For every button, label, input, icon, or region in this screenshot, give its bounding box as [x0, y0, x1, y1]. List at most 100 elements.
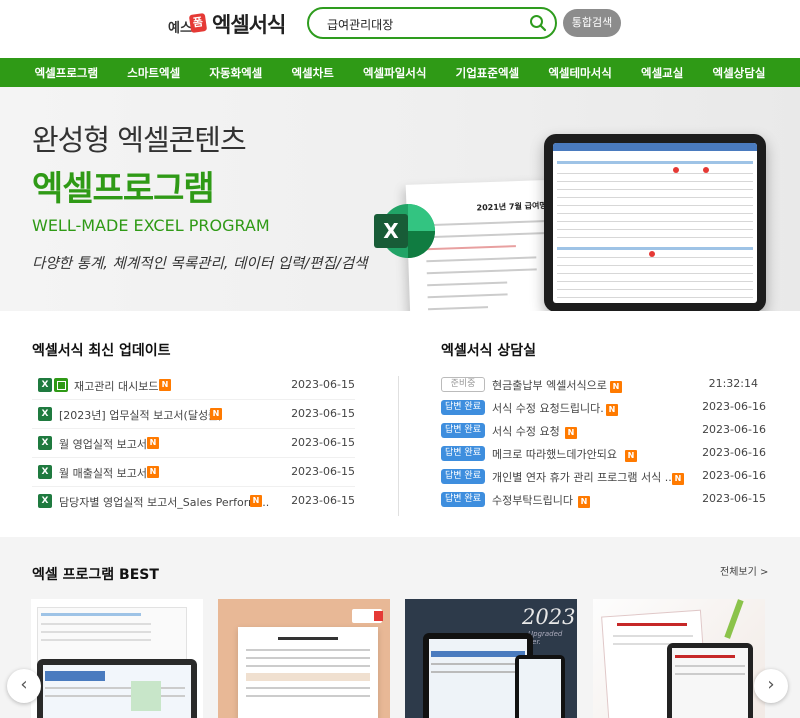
consult-item[interactable]: 답변 완료 수정부탁드립니다 N 2023-06-15: [441, 488, 766, 511]
update-item-label: 재고관리 대시보드: [74, 380, 159, 393]
consult-item-label: 개인별 연자 휴가 관리 프로그램 서식 ...: [492, 471, 676, 484]
update-item[interactable]: X 재고관리 대시보드 N 2023-06-15: [32, 371, 355, 400]
update-item-date: 2023-06-15: [291, 494, 355, 507]
best-card[interactable]: [218, 599, 390, 718]
next-button[interactable]: ›: [754, 669, 788, 703]
update-item-label: 월 매출실적 보고서: [59, 467, 147, 480]
hero-tablet-image: [544, 134, 766, 311]
chevron-left-icon: ‹: [20, 674, 28, 695]
nav-item-excel-class[interactable]: 엑셀교실: [641, 65, 683, 81]
new-badge: N: [625, 450, 637, 462]
hero-banner[interactable]: 완성형 엑셀콘텐츠 엑셀프로그램 WELL-MADE EXCEL PROGRAM…: [0, 87, 800, 311]
excel-icon: X: [38, 378, 52, 392]
best-section: 엑셀 프로그램 BEST 전체보기 > 2023 Upgraded ver.: [0, 537, 800, 718]
new-badge: N: [610, 381, 622, 393]
nav-item-corporate-standard[interactable]: 기업표준엑셀: [456, 65, 519, 81]
card-year: 2023: [522, 605, 576, 629]
consult-item[interactable]: 답변 완료 개인별 연자 휴가 관리 프로그램 서식 ... N 2023-06…: [441, 465, 766, 488]
nav-item-smart-excel[interactable]: 스마트엑셀: [127, 65, 180, 81]
new-badge: N: [147, 437, 159, 449]
main-nav: 엑셀프로그램 스마트엑셀 자동화엑셀 엑셀차트 엑셀파일서식 기업표준엑셀 엑셀…: [0, 58, 800, 87]
view-all-link[interactable]: 전체보기 >: [720, 563, 768, 578]
best-card[interactable]: [31, 599, 203, 718]
update-item-date: 2023-06-15: [291, 465, 355, 478]
consult-item[interactable]: 답변 완료 메크로 따라했느데가안되요 N 2023-06-16: [441, 442, 766, 465]
card-year-sub: Upgraded ver.: [528, 630, 563, 646]
nav-item-automation-excel[interactable]: 자동화엑셀: [209, 65, 262, 81]
search-input[interactable]: [327, 15, 527, 33]
consult-item-date: 2023-06-16: [702, 446, 766, 459]
excel-icon: X: [38, 494, 52, 508]
update-item-label: 월 영업실적 보고서: [59, 438, 147, 451]
grid-icon: [54, 378, 68, 392]
excel-icon-letter: X: [383, 219, 399, 243]
site-header: 예스 폼 엑셀서식 통합검색: [0, 0, 800, 58]
consult-item-date: 2023-06-16: [702, 400, 766, 413]
update-item[interactable]: X [2023년] 업무실적 보고서(달성률) N 2023-06-15: [32, 400, 355, 429]
nav-item-excel-file-forms[interactable]: 엑셀파일서식: [363, 65, 426, 81]
new-badge: N: [159, 379, 171, 391]
best-card[interactable]: [593, 599, 765, 718]
search-icon[interactable]: [529, 14, 547, 32]
consult-item[interactable]: 답변 완료 서식 수정 요청드립니다. N 2023-06-16: [441, 396, 766, 419]
site-logo[interactable]: 예스 폼 엑셀서식: [168, 9, 286, 39]
excel-icon: X: [38, 465, 52, 479]
update-item[interactable]: X 월 매출실적 보고서 N 2023-06-15: [32, 458, 355, 487]
hero-description: 다양한 통계, 체계적인 목록관리, 데이터 입력/편집/검색: [32, 256, 368, 272]
hero-subtitle: WELL-MADE EXCEL PROGRAM: [32, 216, 270, 235]
consult-item-date: 2023-06-15: [702, 492, 766, 505]
consult-item-label: 서식 수정 요청: [492, 425, 560, 438]
status-badge: 답변 완료: [441, 469, 485, 484]
logo-mark-text: 예스: [168, 21, 192, 36]
new-badge: N: [147, 466, 159, 478]
new-badge: N: [250, 495, 262, 507]
excel-icon: X: [38, 407, 52, 421]
update-item-date: 2023-06-15: [291, 407, 355, 420]
consult-item-label: 메크로 따라했느데가안되요: [492, 448, 617, 461]
consult-item-label: 현금출납부 엑셀서식으로: [492, 379, 607, 392]
new-badge: N: [210, 408, 222, 420]
consult-item-time: 21:32:14: [708, 377, 758, 390]
update-item-date: 2023-06-15: [291, 378, 355, 391]
excel-icon: X: [374, 204, 435, 258]
hero-title: 완성형 엑셀콘텐츠: [32, 123, 247, 157]
best-title: 엑셀 프로그램 BEST: [32, 567, 159, 583]
logo-badge: 폼: [188, 12, 208, 34]
search-box: [307, 7, 557, 39]
consult-item-date: 2023-06-16: [702, 469, 766, 482]
new-badge: N: [672, 473, 684, 485]
update-item[interactable]: X 월 영업실적 보고서 N 2023-06-15: [32, 429, 355, 458]
updates-title: 엑셀서식 최신 업데이트: [32, 343, 171, 359]
consult-item[interactable]: 준비중 현금출납부 엑셀서식으로 N 21:32:14: [441, 373, 766, 396]
chevron-right-icon: ›: [767, 674, 775, 695]
consult-item-date: 2023-06-16: [702, 423, 766, 436]
integrated-search-button[interactable]: 통합검색: [563, 9, 621, 37]
section-divider: [398, 376, 399, 516]
new-badge: N: [606, 404, 618, 416]
paper-title: 2021년 7월 급여명/: [476, 200, 550, 213]
status-badge: 답변 완료: [441, 400, 485, 415]
nav-item-excel-chart[interactable]: 엑셀차트: [291, 65, 333, 81]
consult-item-label: 수정부탁드립니다: [492, 494, 573, 507]
consult-item[interactable]: 답변 완료 서식 수정 요청 N 2023-06-16: [441, 419, 766, 442]
update-item-label: 담당자별 영업실적 보고서_Sales Perform...: [59, 496, 270, 509]
hero-headline: 엑셀프로그램: [32, 169, 215, 209]
consult-item-label: 서식 수정 요청드립니다.: [492, 402, 604, 415]
consult-title: 엑셀서식 상담실: [441, 343, 537, 359]
update-item-label: [2023년] 업무실적 보고서(달성률): [59, 409, 223, 422]
excel-icon: X: [38, 436, 52, 450]
new-badge: N: [565, 427, 577, 439]
new-badge: N: [578, 496, 590, 508]
nav-item-excel-theme[interactable]: 엑셀테마서식: [548, 65, 611, 81]
nav-item-excel-program[interactable]: 엑셀프로그램: [35, 65, 98, 81]
status-badge: 답변 완료: [441, 446, 485, 461]
update-item[interactable]: X 담당자별 영업실적 보고서_Sales Perform... N 2023-…: [32, 487, 355, 516]
prev-button[interactable]: ‹: [7, 669, 41, 703]
best-card[interactable]: 2023 Upgraded ver.: [405, 599, 577, 718]
nav-item-excel-consult[interactable]: 엑셀상담실: [713, 65, 766, 81]
logo-mark: 예스 폼: [168, 12, 208, 36]
status-badge: 답변 완료: [441, 492, 485, 507]
status-badge: 준비중: [441, 377, 485, 392]
status-badge: 답변 완료: [441, 423, 485, 438]
logo-text: 엑셀서식: [212, 13, 286, 37]
